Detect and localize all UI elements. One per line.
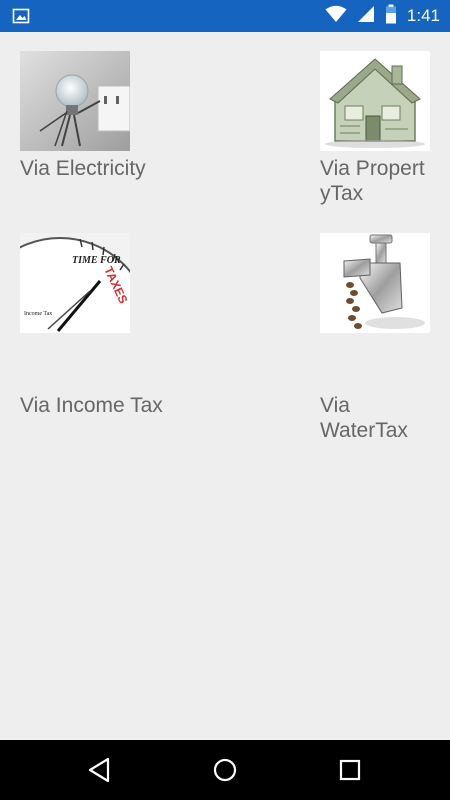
recents-button[interactable] — [334, 754, 366, 786]
tile-label: Via PropertyTax — [320, 157, 425, 205]
recents-icon — [339, 759, 361, 781]
tile-water-tax[interactable]: Via WaterTax — [320, 233, 435, 453]
tile-electricity[interactable]: Via Electricity — [20, 51, 220, 191]
status-icons: 1:41 — [325, 0, 440, 32]
wifi-icon — [325, 5, 347, 27]
battery-icon — [385, 4, 397, 28]
tile-label: Via WaterTax — [320, 394, 408, 442]
back-button[interactable] — [84, 754, 116, 786]
navigation-bar — [0, 740, 450, 800]
home-button[interactable] — [209, 754, 241, 786]
property-tax-image[interactable] — [320, 51, 430, 151]
tile-income-tax[interactable]: TIME FOR TAXES Income Tax Via Income Tax — [20, 233, 220, 423]
status-time: 1:41 — [406, 6, 440, 25]
water-tax-image[interactable] — [320, 233, 430, 333]
image-icon — [12, 7, 30, 25]
signal-icon — [357, 5, 375, 27]
tile-property-tax[interactable]: Via PropertyTax — [320, 51, 435, 231]
tile-label: Via Electricity — [20, 157, 146, 180]
status-bar: 1:41 — [0, 0, 450, 32]
svg-text:Income Tax: Income Tax — [24, 311, 52, 317]
back-icon — [88, 757, 110, 783]
electricity-image[interactable] — [20, 51, 130, 151]
income-tax-image[interactable]: TIME FOR TAXES Income Tax — [20, 233, 130, 333]
home-icon — [213, 758, 237, 782]
tile-label: Via Income Tax — [20, 394, 163, 417]
